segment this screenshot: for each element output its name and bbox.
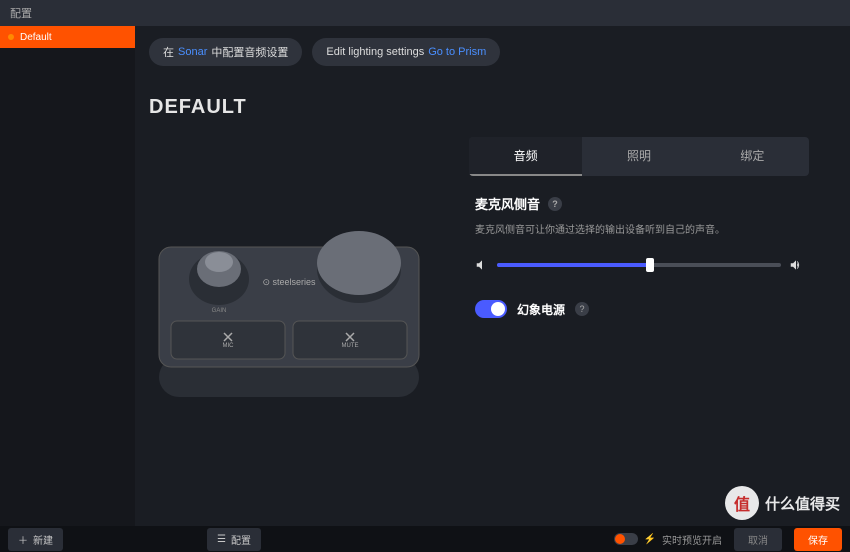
volume-high-icon	[789, 258, 803, 272]
sidetone-desc: 麦克风侧音可让你通过选择的输出设备听到自己的声音。	[475, 221, 803, 236]
cancel-button[interactable]: 取消	[734, 528, 782, 551]
sidebar: Default	[0, 26, 135, 526]
content: 在 Sonar 中配置音频设置 Edit lighting settings G…	[135, 26, 850, 526]
slider-fill	[497, 263, 650, 267]
new-button[interactable]: ＋ 新建	[8, 528, 63, 551]
volume-low-icon	[475, 258, 489, 272]
window-title: 配置	[10, 5, 32, 21]
sonar-pill[interactable]: 在 Sonar 中配置音频设置	[149, 38, 302, 66]
lightning-icon: ⚡	[644, 534, 656, 545]
lighting-pill[interactable]: Edit lighting settings Go to Prism	[312, 38, 500, 66]
gain-label: GAIN	[212, 308, 227, 314]
plus-icon: ＋	[18, 532, 28, 547]
page-title: DEFAULT	[149, 96, 836, 119]
sidetone-title-row: 麦克风侧音 ?	[475, 194, 803, 213]
preview-label: 实时预览开启	[662, 532, 722, 547]
volume-slider[interactable]	[497, 263, 781, 267]
help-icon[interactable]: ?	[575, 302, 589, 316]
watermark-icon: 值	[725, 486, 759, 520]
window-titlebar: 配置	[0, 0, 850, 26]
sidebar-item-label: Default	[20, 32, 52, 43]
tabs: 音频 照明 绑定	[469, 137, 809, 176]
phantom-label: 幻象电源	[517, 301, 565, 318]
sidetone-title: 麦克风侧音	[475, 194, 540, 213]
volume-slider-row	[475, 258, 803, 272]
toggle-knob	[491, 302, 505, 316]
phantom-row: 幻象电源 ?	[475, 300, 803, 318]
main-area: Default 在 Sonar 中配置音频设置 Edit lighting se…	[0, 26, 850, 526]
list-icon: ☰	[217, 534, 226, 545]
brand-label: ⊙ steelseries	[262, 277, 316, 287]
preview-toggle-row: ⚡ 实时预览开启	[614, 532, 722, 547]
help-icon[interactable]: ?	[548, 197, 562, 211]
sidetone-section: 麦克风侧音 ? 麦克风侧音可让你通过选择的输出设备听到自己的声音。	[469, 176, 809, 336]
svg-text:MUTE: MUTE	[342, 343, 359, 349]
sidebar-item-default[interactable]: Default	[0, 26, 135, 48]
tab-binding[interactable]: 绑定	[696, 137, 809, 176]
status-dot-icon	[8, 34, 14, 40]
bottom-bar: ＋ 新建 ☰ 配置 ⚡ 实时预览开启 取消 保存	[0, 526, 850, 552]
settings-panel: 音频 照明 绑定 麦克风侧音 ? 麦克风侧音可让你通过选择的输出设备听到自己的声…	[469, 137, 809, 412]
watermark: 值 什么值得买	[725, 486, 840, 520]
svg-text:MIC: MIC	[223, 343, 235, 349]
preview-toggle[interactable]	[614, 533, 638, 545]
preview-knob	[615, 534, 625, 544]
prism-link: Go to Prism	[428, 46, 486, 58]
action-row: 在 Sonar 中配置音频设置 Edit lighting settings G…	[149, 38, 836, 66]
tab-lighting[interactable]: 照明	[582, 137, 695, 176]
sonar-link: Sonar	[178, 46, 207, 58]
slider-thumb[interactable]	[646, 258, 654, 272]
phantom-toggle[interactable]	[475, 300, 507, 318]
device-illustration: GAIN ⊙ steelseries MIC MUTE	[149, 137, 429, 412]
save-button[interactable]: 保存	[794, 528, 842, 551]
config-button[interactable]: ☰ 配置	[207, 528, 261, 551]
tab-audio[interactable]: 音频	[469, 137, 582, 176]
columns: GAIN ⊙ steelseries MIC MUTE 音频 照明 绑定	[149, 137, 836, 412]
watermark-text: 什么值得买	[765, 493, 840, 514]
